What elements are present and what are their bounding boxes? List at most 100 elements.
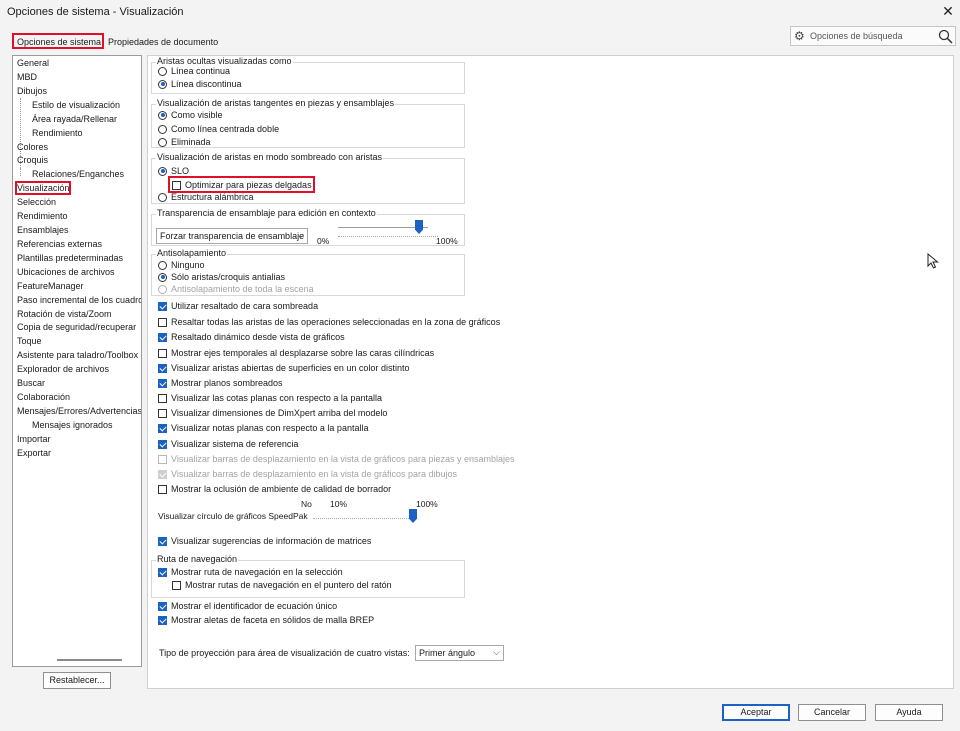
tree-item[interactable]: Toque [17, 336, 42, 346]
checkbox[interactable] [158, 567, 167, 577]
checkbox[interactable] [158, 484, 167, 494]
transparency-slider-track[interactable] [338, 227, 428, 229]
option-checkbox-row[interactable]: Resaltar todas las aristas de las operac… [158, 317, 500, 327]
option-checkbox-row[interactable]: Mostrar la oclusión de ambiente de calid… [158, 484, 391, 494]
tree-item[interactable]: FeatureManager [17, 281, 84, 291]
radio-indicator[interactable] [158, 66, 167, 76]
check-matrix-hints[interactable]: Visualizar sugerencias de información de… [158, 536, 371, 546]
tree-item[interactable]: Exportar [17, 448, 51, 458]
options-tree[interactable]: General MBD Dibujos Estilo de visualización… [12, 55, 142, 667]
checkbox[interactable] [158, 601, 167, 611]
tree-item[interactable]: Referencias externas [17, 239, 102, 249]
tree-item[interactable]: Explorador de archivos [17, 364, 109, 374]
transparency-combo[interactable]: Forzar transparencia de ensamblaje ⌵ [156, 228, 308, 244]
radio-indicator[interactable] [158, 110, 167, 120]
tree-item[interactable]: MBD [17, 72, 37, 82]
tree-item[interactable]: Colores [17, 142, 48, 152]
tree-item[interactable]: Ensamblajes [17, 225, 69, 235]
checkbox[interactable] [158, 378, 167, 388]
tree-item[interactable]: Croquis [17, 155, 48, 165]
tree-item[interactable]: Dibujos [17, 86, 47, 96]
radio-wireframe[interactable]: Estructura alámbrica [158, 192, 254, 202]
radio-removed[interactable]: Eliminada [158, 137, 211, 147]
check-optimize-thin-parts[interactable]: Optimizar para piezas delgadas [172, 180, 312, 190]
tree-item[interactable]: Visualización [15, 181, 72, 196]
radio-continuous-line[interactable]: Línea continua [158, 66, 230, 76]
tree-item[interactable]: Copia de seguridad/recuperar [17, 322, 136, 332]
speedpak-slider-thumb[interactable] [409, 509, 417, 523]
radio-indicator[interactable] [158, 260, 167, 270]
radio-aa-edges[interactable]: Sólo aristas/croquis antialias [158, 272, 285, 282]
option-checkbox-row[interactable]: Visualizar notas planas con respecto a l… [158, 423, 368, 433]
check-equation-id[interactable]: Mostrar el identificador de ecuación úni… [158, 601, 337, 611]
magnifier-icon[interactable] [938, 29, 953, 44]
checkbox[interactable] [158, 536, 167, 546]
tree-item[interactable]: Asistente para taladro/Toolbox [17, 350, 138, 360]
radio-indicator[interactable] [158, 192, 167, 202]
checkbox[interactable] [158, 348, 167, 358]
radio-indicator[interactable] [158, 124, 167, 134]
checkbox[interactable] [158, 408, 167, 418]
radio-indicator[interactable] [158, 137, 167, 147]
tab-document-properties[interactable]: Propiedades de documento [108, 37, 218, 47]
checkbox[interactable] [172, 180, 181, 190]
radio-as-visible[interactable]: Como visible [158, 110, 223, 120]
tree-item[interactable]: Colaboración [17, 392, 70, 402]
tree-item[interactable]: Importar [17, 434, 51, 444]
tree-item[interactable]: Mensajes ignorados [32, 420, 113, 430]
option-checkbox-row[interactable]: Visualizar aristas abiertas de superfici… [158, 363, 409, 373]
option-checkbox-row[interactable]: Mostrar ejes temporales al desplazarse s… [158, 348, 434, 358]
radio-hlr[interactable]: SLO [158, 166, 189, 176]
checkbox[interactable] [158, 439, 167, 449]
option-checkbox-row[interactable]: Visualizar dimensiones de DimXpert arrib… [158, 408, 387, 418]
tree-item[interactable]: Plantillas predeterminadas [17, 253, 123, 263]
radio-label: Sólo aristas/croquis antialias [171, 272, 286, 282]
tree-item[interactable]: Rendimiento [17, 211, 68, 221]
ok-button[interactable]: Aceptar [722, 704, 790, 721]
tree-item[interactable]: General [17, 58, 49, 68]
radio-dashed-line[interactable]: Línea discontinua [158, 79, 242, 89]
tree-item[interactable]: Paso incremental de los cuadros [17, 295, 141, 305]
radio-aa-none[interactable]: Ninguno [158, 260, 205, 270]
group-antialias-title: Antisolapamiento [156, 248, 228, 258]
search-box[interactable]: ⚙ Opciones de búsqueda [790, 26, 956, 46]
checkbox[interactable] [158, 317, 167, 327]
radio-indicator[interactable] [158, 272, 167, 282]
check-facet-fins[interactable]: Mostrar aletas de faceta en sólidos de m… [158, 615, 374, 625]
tree-item[interactable]: Estilo de visualización [32, 100, 120, 110]
option-checkbox-row[interactable]: Visualizar las cotas planas con respecto… [158, 393, 382, 403]
tab-system-options[interactable]: Opciones de sistema [12, 33, 104, 49]
tree-item[interactable]: Buscar [17, 378, 45, 388]
checkbox[interactable] [158, 363, 167, 373]
radio-indicator[interactable] [158, 166, 167, 176]
help-button[interactable]: Ayuda [875, 704, 943, 721]
tree-item[interactable]: Ubicaciones de archivos [17, 267, 115, 277]
radio-phantom-line[interactable]: Como línea centrada doble [158, 124, 279, 134]
checkbox[interactable] [158, 393, 167, 403]
check-show-breadcrumbs[interactable]: Mostrar ruta de navegación en la selecci… [158, 567, 343, 577]
tree-item[interactable]: Mensajes/Errores/Advertencias [17, 406, 141, 416]
check-breadcrumbs-pointer[interactable]: Mostrar rutas de navegación en el punter… [172, 580, 392, 590]
tree-item[interactable]: Área rayada/Rellenar [32, 114, 117, 124]
tree-item[interactable]: Relaciones/Enganches [32, 169, 124, 179]
gear-icon[interactable]: ⚙ [794, 29, 808, 43]
checkbox[interactable] [158, 301, 167, 311]
option-checkbox-row[interactable]: Mostrar planos sombreados [158, 378, 283, 388]
tree-item[interactable]: Rotación de vista/Zoom [17, 309, 112, 319]
checkbox-label: Mostrar el identificador de ecuación úni… [171, 601, 338, 611]
checkbox[interactable] [172, 580, 181, 590]
cancel-button[interactable]: Cancelar [798, 704, 866, 721]
option-checkbox-row[interactable]: Visualizar sistema de referencia [158, 439, 298, 449]
option-checkbox-row[interactable]: Utilizar resaltado de cara sombreada [158, 301, 318, 311]
tree-item[interactable]: Selección [17, 197, 56, 207]
option-checkbox-row[interactable]: Resaltado dinámico desde vista de gráfic… [158, 332, 345, 342]
checkbox[interactable] [158, 332, 167, 342]
radio-indicator[interactable] [158, 79, 167, 89]
projection-combo[interactable]: Primer ángulo ⌵ [415, 645, 504, 661]
tree-item[interactable]: Rendimiento [32, 128, 83, 138]
reset-button[interactable]: Restablecer... [43, 672, 111, 689]
checkbox[interactable] [158, 423, 167, 433]
checkbox[interactable] [158, 615, 167, 625]
close-icon[interactable]: ✕ [940, 3, 956, 19]
tree-horizontal-scrollbar[interactable] [57, 659, 122, 661]
